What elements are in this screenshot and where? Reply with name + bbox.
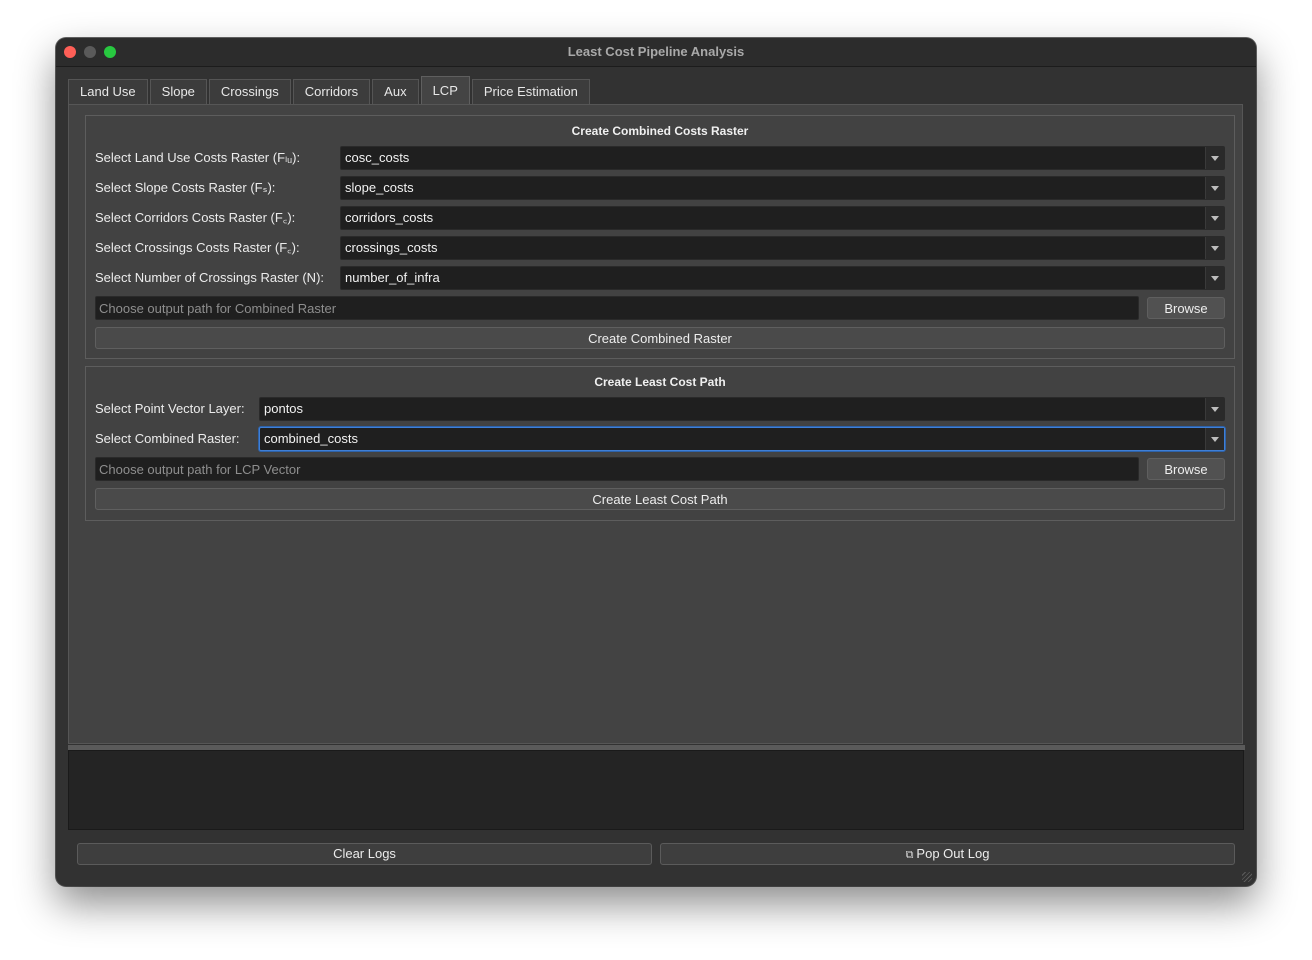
lcp-tab-pane: Create Combined Costs Raster Select Land…	[68, 104, 1243, 744]
window-title: Least Cost Pipeline Analysis	[567, 44, 745, 59]
chevron-down-icon	[1211, 276, 1219, 281]
tab-price-estimation[interactable]: Price Estimation	[471, 79, 590, 104]
log-output-area[interactable]	[68, 750, 1244, 830]
num-crossings-select[interactable]: number_of_infra	[340, 266, 1225, 290]
point-layer-select[interactable]: pontos	[259, 397, 1225, 421]
corridors-costs-label: Select Corridors Costs Raster (F꜀):	[95, 210, 296, 225]
point-layer-row: Select Point Vector Layer: pontos	[95, 397, 1225, 421]
slope-costs-select[interactable]: slope_costs	[340, 176, 1225, 200]
combined-create-row: Create Combined Raster	[95, 326, 1225, 350]
chevron-down-icon	[1211, 407, 1219, 412]
tab-bar: Land Use Slope Crossings Corridors Aux L…	[68, 76, 592, 105]
num-crossings-label: Select Number of Crossings Raster (N):	[95, 270, 325, 285]
pop-out-log-label: Pop Out Log	[916, 846, 990, 861]
combined-costs-group-title: Create Combined Costs Raster	[571, 124, 749, 138]
tab-crossings[interactable]: Crossings	[208, 79, 291, 104]
land-use-costs-value: cosc_costs	[345, 150, 410, 165]
corridors-costs-select[interactable]: corridors_costs	[340, 206, 1225, 230]
tab-corridors[interactable]: Corridors	[292, 79, 371, 104]
land-use-row: Select Land Use Costs Raster (Fₗᵤ): cosc…	[95, 146, 1225, 170]
tab-land-use[interactable]: Land Use	[68, 79, 148, 104]
corridors-costs-value: corridors_costs	[345, 210, 434, 225]
chevron-down-icon	[1211, 216, 1219, 221]
least-cost-path-group-title: Create Least Cost Path	[594, 375, 726, 389]
lcp-create-row: Create Least Cost Path	[95, 487, 1225, 511]
crossings-costs-label: Select Crossings Costs Raster (F꜀):	[95, 240, 300, 255]
lcp-browse-button[interactable]: Browse	[1147, 458, 1225, 480]
num-crossings-dropdown-button[interactable]	[1205, 267, 1224, 289]
slope-costs-label: Select Slope Costs Raster (Fₛ):	[95, 180, 276, 195]
popout-icon: ⧉	[905, 849, 914, 861]
lcp-output-row: Browse	[95, 457, 1225, 481]
combined-raster-select[interactable]: combined_costs	[259, 427, 1225, 451]
combined-raster-row: Select Combined Raster: combined_costs	[95, 427, 1225, 451]
least-cost-path-group: Create Least Cost Path Select Point Vect…	[85, 366, 1235, 521]
combined-output-row: Browse	[95, 296, 1225, 320]
point-layer-label: Select Point Vector Layer:	[95, 401, 245, 416]
pop-out-log-button[interactable]: ⧉ Pop Out Log	[660, 843, 1235, 865]
corridors-dropdown-button[interactable]	[1205, 207, 1224, 229]
clear-logs-button[interactable]: Clear Logs	[77, 843, 652, 865]
combined-browse-button[interactable]: Browse	[1147, 297, 1225, 319]
num-crossings-row: Select Number of Crossings Raster (N): n…	[95, 266, 1225, 290]
crossings-row: Select Crossings Costs Raster (F꜀): cros…	[95, 236, 1225, 260]
combined-output-path-input[interactable]	[95, 296, 1139, 320]
create-combined-raster-button[interactable]: Create Combined Raster	[95, 327, 1225, 349]
chevron-down-icon	[1211, 186, 1219, 191]
tab-lcp[interactable]: LCP	[420, 76, 470, 104]
chevron-down-icon	[1211, 246, 1219, 251]
title-bar[interactable]: Least Cost Pipeline Analysis	[56, 38, 1256, 67]
combined-raster-value: combined_costs	[264, 431, 358, 446]
slope-costs-value: slope_costs	[345, 180, 414, 195]
tab-slope[interactable]: Slope	[149, 79, 207, 104]
combined-raster-dropdown-button[interactable]	[1205, 428, 1224, 450]
point-layer-value: pontos	[264, 401, 304, 416]
land-use-costs-select[interactable]: cosc_costs	[340, 146, 1225, 170]
corridors-row: Select Corridors Costs Raster (F꜀): corr…	[95, 206, 1225, 230]
combined-costs-group: Create Combined Costs Raster Select Land…	[85, 115, 1235, 359]
slope-row: Select Slope Costs Raster (Fₛ): slope_co…	[95, 176, 1225, 200]
slope-dropdown-button[interactable]	[1205, 177, 1224, 199]
app-window: Least Cost Pipeline Analysis Land Use Sl…	[56, 38, 1256, 886]
num-crossings-value: number_of_infra	[345, 270, 440, 285]
point-layer-dropdown-button[interactable]	[1205, 398, 1224, 420]
crossings-dropdown-button[interactable]	[1205, 237, 1224, 259]
chevron-down-icon	[1211, 156, 1219, 161]
land-use-dropdown-button[interactable]	[1205, 147, 1224, 169]
create-least-cost-path-button[interactable]: Create Least Cost Path	[95, 488, 1225, 510]
chevron-down-icon	[1211, 437, 1219, 442]
crossings-costs-select[interactable]: crossings_costs	[340, 236, 1225, 260]
resize-grip-icon[interactable]	[1242, 872, 1252, 882]
combined-raster-label: Select Combined Raster:	[95, 431, 240, 446]
land-use-costs-label: Select Land Use Costs Raster (Fₗᵤ):	[95, 150, 301, 165]
tab-aux[interactable]: Aux	[372, 79, 419, 104]
crossings-costs-value: crossings_costs	[345, 240, 438, 255]
lcp-output-path-input[interactable]	[95, 457, 1139, 481]
